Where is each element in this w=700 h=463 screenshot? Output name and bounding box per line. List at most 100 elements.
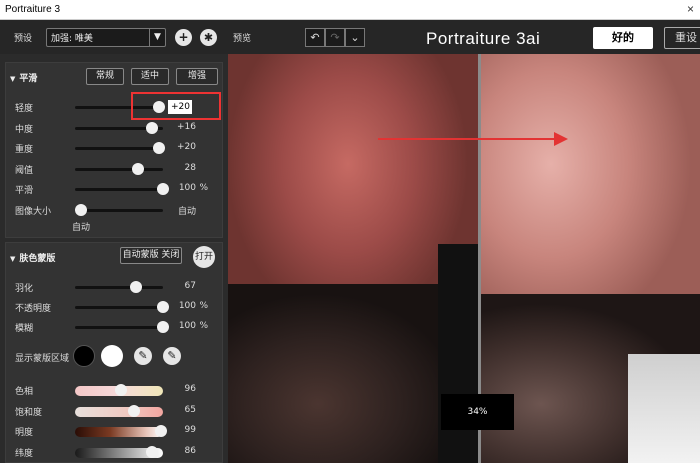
slider-track[interactable] bbox=[75, 147, 163, 150]
slider-value: +16 bbox=[177, 121, 196, 132]
preview-area[interactable]: 34% bbox=[228, 54, 700, 463]
annotation-highlight-box bbox=[131, 92, 221, 120]
slider-value: 96 bbox=[184, 384, 196, 394]
slider-knob[interactable] bbox=[128, 404, 141, 417]
slider-row-1: 饱和度 65 bbox=[15, 402, 220, 420]
settings-panel: ▼ 平滑 常规 适中 增强 轻度 +20 中度 +16 重度 +20 阈值 28 平滑 100% 图像… bbox=[0, 54, 228, 463]
undo-button[interactable]: ↶ bbox=[305, 28, 325, 47]
slider-label: 饱和度 bbox=[15, 407, 43, 418]
slider-row-1: 不透明度 100% bbox=[15, 298, 220, 316]
slider-label: 色相 bbox=[15, 387, 34, 397]
slider-label: 重度 bbox=[15, 145, 34, 155]
reset-button[interactable]: 重设 bbox=[664, 27, 700, 49]
slider-unit: % bbox=[199, 301, 208, 311]
slider-track[interactable] bbox=[75, 286, 163, 289]
title-bar: Portraiture 3 × bbox=[0, 0, 700, 20]
eyedropper-plus-button[interactable]: ✎ bbox=[163, 347, 181, 365]
before-image-beard bbox=[228, 284, 448, 463]
slider-track[interactable] bbox=[75, 208, 163, 212]
open-mask-button[interactable]: 打开 bbox=[193, 246, 215, 268]
slider-unit: % bbox=[199, 321, 208, 331]
ok-button[interactable]: 好的 bbox=[593, 27, 653, 49]
slider-row-1: 中度 +16 bbox=[15, 119, 220, 137]
slider-label: 平滑 bbox=[15, 186, 34, 196]
redo-icon: ↷ bbox=[330, 31, 340, 44]
slider-knob[interactable] bbox=[75, 203, 87, 216]
color-range-track[interactable] bbox=[75, 427, 163, 437]
eyedropper-button[interactable]: ✎ bbox=[134, 347, 152, 365]
preset-strong-button[interactable]: 增强 bbox=[176, 68, 218, 85]
slider-row-0: 羽化 67 bbox=[15, 278, 220, 296]
slider-row-2: 重度 +20 bbox=[15, 139, 220, 157]
portraiture-window: Portraiture 3 × 预设 加强: 唯美 ▼ + ✱ 预览 ↶ ↷ ⌄… bbox=[0, 0, 700, 463]
mask-white-swatch[interactable] bbox=[101, 345, 123, 367]
close-icon[interactable]: × bbox=[687, 2, 694, 16]
top-toolbar: 预设 加强: 唯美 ▼ + ✱ 预览 ↶ ↷ ⌄ Portraiture 3ai… bbox=[0, 20, 700, 54]
preset-medium-button[interactable]: 适中 bbox=[131, 68, 169, 85]
add-preset-button[interactable]: + bbox=[175, 29, 192, 46]
redo-button[interactable]: ↷ bbox=[325, 28, 345, 47]
slider-label: 中度 bbox=[15, 124, 34, 135]
preset-dropdown[interactable]: 加强: 唯美 ▼ bbox=[46, 28, 166, 47]
slider-unit: % bbox=[199, 183, 208, 193]
preset-value: 加强: 唯美 bbox=[51, 34, 93, 44]
slider-value: 100 bbox=[178, 321, 196, 331]
slider-value: 自动 bbox=[177, 206, 196, 217]
slider-row-0: 色相 96 bbox=[15, 381, 220, 399]
slider-label: 纬度 bbox=[15, 448, 34, 459]
slider-label: 模糊 bbox=[15, 324, 34, 334]
show-mask-label: 显示蒙版区域 bbox=[15, 354, 70, 364]
slider-value: 28 bbox=[184, 162, 196, 173]
slider-track[interactable] bbox=[75, 188, 163, 191]
eyedropper-icon: ✎ bbox=[138, 349, 148, 362]
history-controls: ↶ ↷ ⌄ bbox=[305, 28, 365, 47]
after-image-shirt bbox=[628, 354, 700, 463]
slider-value: 65 bbox=[184, 404, 196, 415]
collapse-triangle-icon: ▼ bbox=[10, 255, 16, 263]
collapse-triangle-icon: ▼ bbox=[10, 75, 16, 83]
preview-label: 预览 bbox=[233, 34, 252, 44]
slider-track[interactable] bbox=[75, 326, 163, 329]
eyedropper-plus-icon: ✎ bbox=[167, 349, 177, 362]
slider-row-4: 平滑 100% bbox=[15, 180, 220, 198]
preset-label: 预设 bbox=[14, 34, 33, 44]
history-dropdown-button[interactable]: ⌄ bbox=[345, 28, 365, 47]
plus-icon: + bbox=[178, 30, 189, 44]
preset-normal-button[interactable]: 常规 bbox=[86, 68, 124, 85]
slider-track[interactable] bbox=[75, 167, 163, 171]
gear-icon: ✱ bbox=[203, 31, 214, 44]
slider-knob[interactable] bbox=[131, 162, 144, 175]
chevron-down-icon: ▼ bbox=[149, 29, 165, 46]
color-range-track[interactable] bbox=[75, 406, 163, 417]
size-auto-note: 自动 bbox=[72, 223, 91, 233]
window-title: Portraiture 3 bbox=[5, 4, 61, 15]
slider-value: 99 bbox=[184, 425, 196, 435]
slider-value: 100 bbox=[178, 301, 196, 311]
slider-value: +20 bbox=[177, 142, 196, 152]
slider-label: 阈值 bbox=[15, 165, 34, 176]
slider-value: 67 bbox=[184, 281, 196, 291]
slider-label: 图像大小 bbox=[15, 206, 52, 217]
chevron-down-icon: ⌄ bbox=[350, 31, 360, 44]
slider-value: 100 bbox=[178, 183, 196, 193]
annotation-arrow-icon bbox=[378, 132, 568, 146]
skin-mask-header[interactable]: ▼ 肤色蒙版 bbox=[10, 251, 55, 264]
slider-knob[interactable] bbox=[129, 281, 142, 293]
slider-row-2: 模糊 100% bbox=[15, 318, 220, 336]
app-logo: Portraiture 3ai bbox=[426, 29, 541, 48]
settings-button[interactable]: ✱ bbox=[200, 29, 217, 46]
slider-row-3: 纬度 86 bbox=[15, 443, 220, 461]
slider-value: 86 bbox=[184, 445, 196, 456]
smoothing-header[interactable]: ▼ 平滑 bbox=[10, 71, 37, 84]
slider-label: 明度 bbox=[15, 428, 34, 438]
slider-label: 羽化 bbox=[15, 284, 34, 294]
slider-label: 不透明度 bbox=[15, 304, 52, 314]
auto-mask-button[interactable]: 自动蒙版 关闭 bbox=[120, 247, 182, 264]
zoom-indicator: 34% bbox=[441, 394, 514, 430]
slider-row-2: 明度 99 bbox=[15, 422, 220, 440]
slider-label: 轻度 bbox=[15, 104, 34, 114]
mask-black-swatch[interactable] bbox=[73, 345, 95, 367]
slider-track[interactable] bbox=[75, 306, 163, 309]
undo-icon: ↶ bbox=[310, 31, 320, 44]
slider-row-3: 阈值 28 bbox=[15, 160, 220, 178]
